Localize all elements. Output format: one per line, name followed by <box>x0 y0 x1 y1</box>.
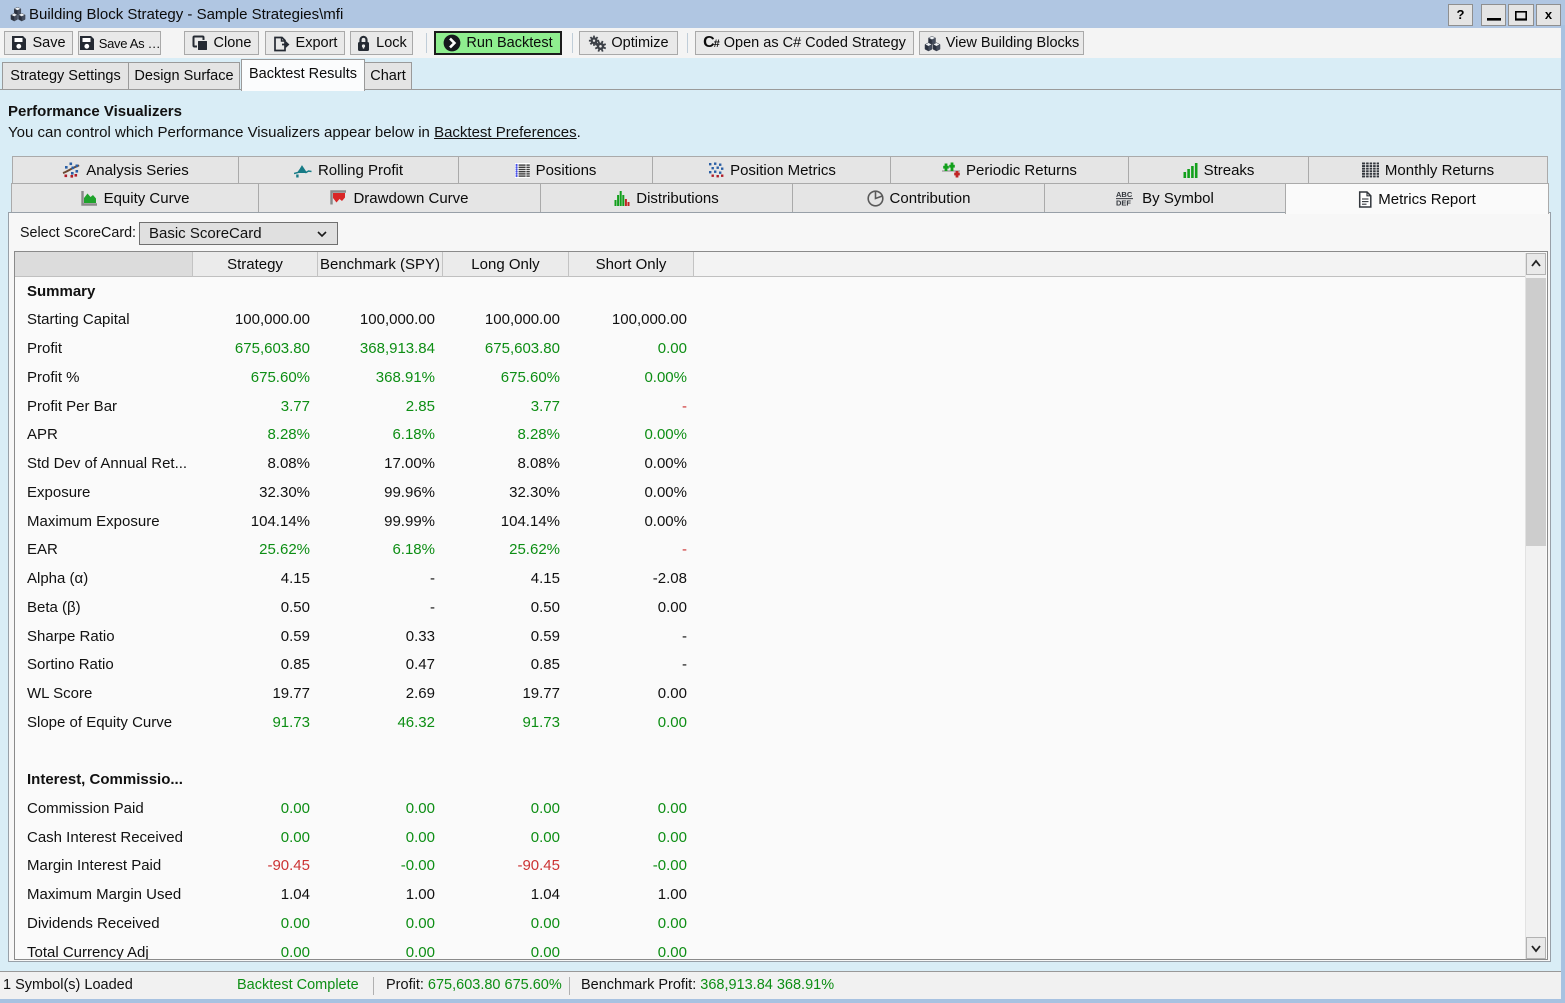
svg-text:DEF: DEF <box>1116 199 1131 207</box>
